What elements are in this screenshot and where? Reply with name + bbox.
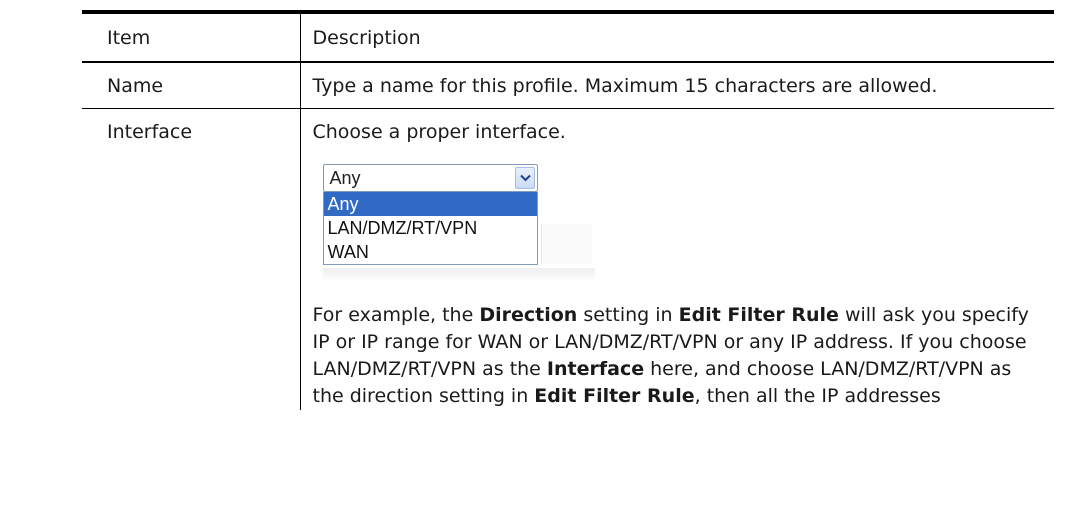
option-any[interactable]: Any [323,192,537,216]
option-lan-dmz-rt-vpn[interactable]: LAN/DMZ/RT/VPN [324,216,537,240]
direction-term: Direction [479,304,578,326]
chevron-down-icon[interactable] [514,167,535,189]
option-wan[interactable]: WAN [324,240,537,264]
dropdown-fade [322,268,595,282]
edit-filter-rule-term-2: Edit Filter Rule [534,385,695,407]
interface-dropdown-screenshot: Any Any LAN/DMZ/RT/VPN WAN [322,164,595,286]
interface-intro: Choose a proper interface. [312,121,566,143]
header-item: Item [82,12,300,63]
interface-options-list: Any LAN/DMZ/RT/VPN WAN [322,192,538,265]
header-description: Description [299,12,1054,63]
dropdown-background-fragment [540,224,592,264]
example-text-1: For example, the [312,304,480,326]
description-name: Type a name for this profile. Maximum 15… [299,62,1054,109]
interface-select-value: Any [329,168,361,188]
interface-select[interactable]: Any [322,164,538,192]
description-table: Item Description Name Type a name for th… [82,10,1054,410]
example-text-2: setting in [577,304,679,326]
item-interface: Interface [107,121,193,143]
example-text-5: , then all the IP addresses [694,385,941,407]
table-row-name: Name Type a name for this profile. Maxim… [82,62,1054,109]
edit-filter-rule-term: Edit Filter Rule [678,304,839,326]
table-header-row: Item Description [82,12,1054,63]
description-interface: Choose a proper interface. Any Any LAN/D… [299,108,1054,410]
table-row-interface: Interface Choose a proper interface. Any… [82,108,1054,410]
item-name: Name [82,62,300,109]
interface-term: Interface [546,358,645,380]
interface-example: For example, the Direction setting in Ed… [313,302,1043,410]
